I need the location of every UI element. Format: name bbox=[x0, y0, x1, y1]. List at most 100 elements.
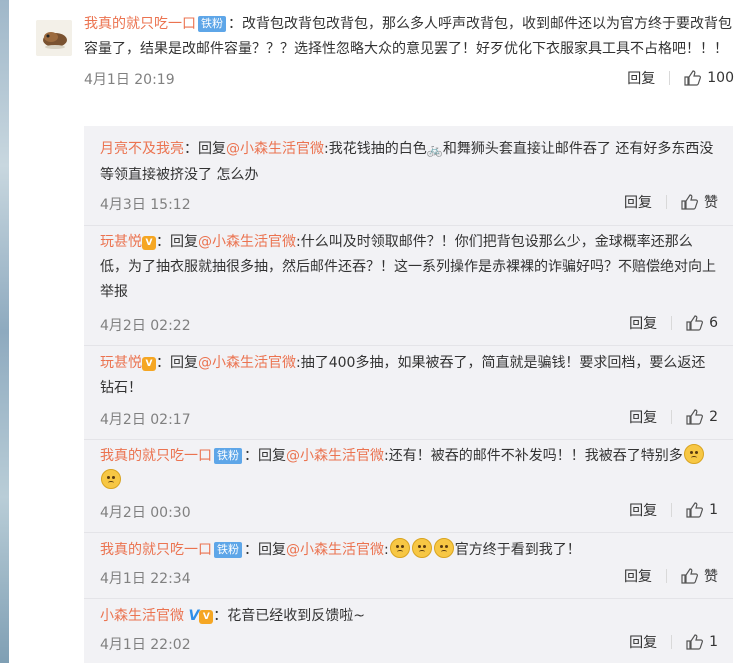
reply-button[interactable]: 回复 bbox=[627, 68, 655, 88]
reply-text: : bbox=[384, 542, 389, 558]
comment-time: 4月2日 02:17 bbox=[100, 412, 191, 428]
reply-text: 官方终于看到我了！ bbox=[454, 542, 581, 558]
sad-emoji-icon bbox=[101, 469, 121, 489]
list-item: 小森生活官微 V V ：花音已经收到反馈啦~ bbox=[100, 604, 718, 629]
username[interactable]: 玩甚悦 bbox=[100, 234, 142, 250]
divider bbox=[84, 225, 733, 226]
mention-link[interactable]: @小森生活官微 bbox=[286, 542, 384, 558]
reply-button[interactable]: 回复 bbox=[624, 192, 652, 212]
like-count: 1 bbox=[709, 502, 718, 518]
username[interactable]: 小森生活官微 bbox=[100, 608, 184, 624]
username[interactable]: 我真的就只吃一口 bbox=[100, 542, 212, 558]
reply-button[interactable]: 回复 bbox=[624, 566, 652, 586]
like-button[interactable]: 赞 bbox=[681, 192, 718, 212]
reply-list: 月亮不及我亮：回复@小森生活官微:我花钱抽的白色🚲和舞狮头套直接让邮件吞了 还有… bbox=[84, 126, 733, 663]
fan-badge: 铁粉 bbox=[198, 16, 226, 32]
list-item: 我真的就只吃一口 铁粉 ：回复@小森生活官微: 官方终于看到我了！ bbox=[100, 538, 718, 563]
reply-text: :还有！被吞的邮件不补发吗！！我被吞了特别多 bbox=[384, 448, 683, 464]
divider bbox=[84, 598, 733, 599]
reply-footer: 4月2日 00:30 回复 1 bbox=[100, 500, 718, 524]
reply-prefix: ：回复 bbox=[184, 141, 226, 157]
divider bbox=[669, 71, 671, 85]
like-button[interactable]: 100 bbox=[684, 70, 734, 86]
comment-time: 4月1日 22:02 bbox=[100, 637, 191, 653]
main-comment-text: 我真的就只吃一口 铁粉 ：改背包改背包改背包，那么多人呼声改背包，收到邮件还以为官方… bbox=[84, 12, 734, 62]
vip-badge-icon: V bbox=[199, 610, 214, 624]
reply-text: 花音已经收到反馈啦~ bbox=[227, 608, 366, 624]
username[interactable]: 玩甚悦 bbox=[100, 355, 142, 371]
thumbs-up-icon bbox=[681, 568, 698, 584]
like-button[interactable]: 1 bbox=[686, 634, 718, 650]
vip-badge-icon: V bbox=[142, 357, 156, 371]
fan-badge: 铁粉 bbox=[214, 448, 242, 464]
divider bbox=[671, 503, 673, 517]
reply-button[interactable]: 回复 bbox=[629, 500, 657, 520]
vip-badge-icon: V bbox=[142, 236, 156, 250]
divider bbox=[84, 345, 733, 346]
reply-text: :我花钱抽的白色 bbox=[324, 141, 427, 157]
username[interactable]: 我真的就只吃一口 bbox=[100, 448, 212, 464]
username[interactable]: 月亮不及我亮 bbox=[100, 141, 184, 157]
comment-time: 4月1日 20:19 bbox=[84, 72, 175, 88]
like-count: 6 bbox=[709, 315, 718, 331]
thumbs-up-icon bbox=[686, 315, 704, 331]
divider bbox=[84, 439, 733, 440]
reply-footer: 4月1日 22:34 回复 赞 bbox=[100, 566, 718, 590]
list-item: 玩甚悦 V ：回复@小森生活官微:抽了400多抽，如果被吞了，简直就是骗钱！要求回档… bbox=[100, 351, 718, 401]
mention-link[interactable]: @小森生活官微 bbox=[198, 234, 296, 250]
like-count: 2 bbox=[709, 409, 718, 425]
reply-footer: 4月2日 02:22 回复 6 bbox=[100, 313, 718, 337]
like-count: 1 bbox=[709, 634, 718, 650]
reply-footer: 4月3日 15:12 回复 赞 bbox=[100, 192, 718, 216]
list-item: 我真的就只吃一口 铁粉 ：回复@小森生活官微:还有！被吞的邮件不补发吗！！我被吞了特… bbox=[100, 444, 718, 494]
reply-prefix: ：回复 bbox=[156, 355, 198, 371]
main-comment: 我真的就只吃一口 铁粉 ：改背包改背包改背包，那么多人呼声改背包，收到邮件还以为官方… bbox=[84, 12, 734, 94]
reply-prefix: ：回复 bbox=[244, 448, 286, 464]
thumbs-up-icon bbox=[686, 502, 704, 518]
reply-button[interactable]: 回复 bbox=[629, 632, 657, 652]
reply-prefix: ：回复 bbox=[156, 234, 198, 250]
reply-prefix: ： bbox=[213, 608, 228, 624]
divider bbox=[671, 635, 673, 649]
divider bbox=[671, 316, 673, 330]
thumbs-up-icon bbox=[684, 70, 702, 86]
reply-prefix: ：回复 bbox=[244, 542, 286, 558]
reply-button[interactable]: 回复 bbox=[629, 313, 657, 333]
mention-link[interactable]: @小森生活官微 bbox=[198, 355, 296, 371]
comment-time: 4月2日 00:30 bbox=[100, 505, 191, 521]
comment-time: 4月2日 02:22 bbox=[100, 318, 191, 334]
divider bbox=[666, 569, 667, 583]
divider bbox=[671, 410, 673, 424]
sad-emoji-icon bbox=[411, 538, 432, 558]
comment-time: 4月3日 15:12 bbox=[100, 197, 191, 213]
username[interactable]: 我真的就只吃一口 bbox=[84, 16, 196, 32]
avatar[interactable] bbox=[36, 20, 72, 56]
verified-icon: V bbox=[188, 608, 200, 624]
sad-emoji-icon bbox=[433, 538, 454, 558]
background-strip bbox=[0, 0, 9, 663]
like-count: 100 bbox=[707, 70, 734, 86]
divider bbox=[666, 195, 667, 209]
like-button[interactable]: 2 bbox=[686, 409, 718, 425]
sad-emoji-icon bbox=[683, 444, 704, 464]
thumbs-up-icon bbox=[686, 409, 704, 425]
fan-badge: 铁粉 bbox=[214, 542, 242, 558]
like-count: 赞 bbox=[704, 195, 718, 211]
thumbs-up-icon bbox=[681, 194, 698, 210]
mention-link[interactable]: @小森生活官微 bbox=[286, 448, 384, 464]
like-count: 赞 bbox=[704, 569, 718, 585]
bicycle-icon: 🚲 bbox=[426, 143, 443, 158]
like-button[interactable]: 1 bbox=[686, 502, 718, 518]
comment-time: 4月1日 22:34 bbox=[100, 571, 191, 587]
reply-footer: 4月1日 22:02 回复 1 bbox=[100, 632, 718, 656]
thumbs-up-icon bbox=[686, 634, 704, 650]
sad-emoji-icon bbox=[389, 538, 410, 558]
divider bbox=[84, 532, 733, 533]
like-button[interactable]: 6 bbox=[686, 315, 718, 331]
reply-footer: 4月2日 02:17 回复 2 bbox=[100, 407, 718, 431]
reply-button[interactable]: 回复 bbox=[629, 407, 657, 427]
like-button[interactable]: 赞 bbox=[681, 566, 718, 586]
list-item: 月亮不及我亮：回复@小森生活官微:我花钱抽的白色🚲和舞狮头套直接让邮件吞了 还有… bbox=[100, 137, 718, 188]
mention-link[interactable]: @小森生活官微 bbox=[226, 141, 324, 157]
list-item: 玩甚悦 V ：回复@小森生活官微:什么叫及时领取邮件？！你们把背包设那么少，金球概率… bbox=[100, 230, 718, 305]
